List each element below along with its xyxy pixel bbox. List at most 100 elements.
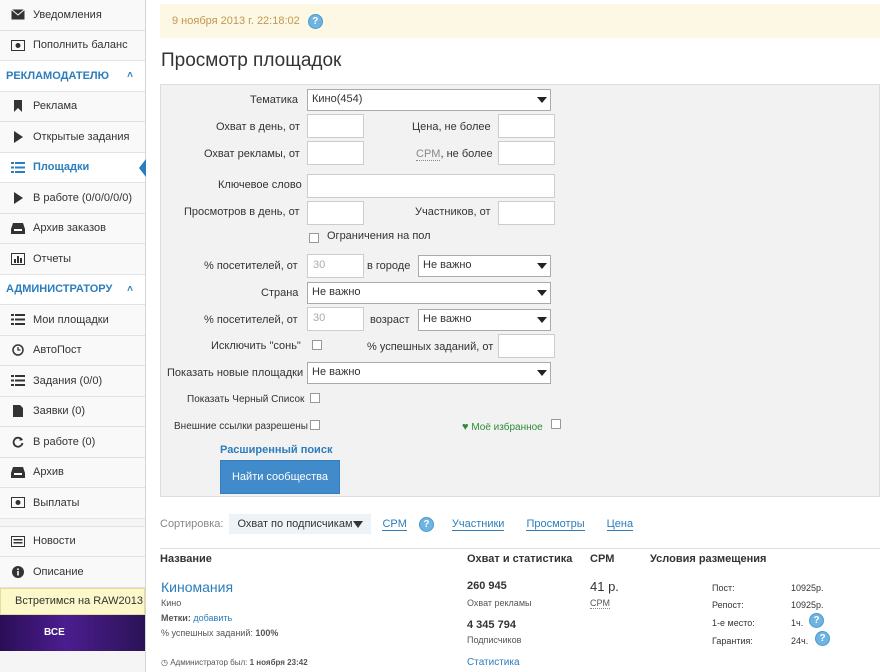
sort-select-value: Охват по подписчикам bbox=[237, 518, 353, 530]
chevron-down-icon bbox=[537, 97, 547, 103]
show-new-select[interactable]: Не важно bbox=[307, 362, 551, 384]
chevron-down-icon bbox=[353, 520, 364, 528]
ad-reach-input[interactable] bbox=[307, 141, 364, 165]
gender-limit-checkbox[interactable] bbox=[309, 233, 319, 243]
sidebar-item-label: Архив bbox=[33, 466, 64, 479]
price-input[interactable] bbox=[498, 114, 555, 138]
play-icon bbox=[10, 191, 26, 205]
favorites-text[interactable]: Моё избранное bbox=[471, 422, 542, 433]
sidebar-item-open-tasks[interactable]: Открытые задания bbox=[0, 122, 145, 153]
visitors-age-input[interactable]: 30 bbox=[307, 307, 364, 331]
cond-post-label: Пост: bbox=[712, 583, 735, 593]
success-tasks-input[interactable] bbox=[498, 334, 555, 358]
sidebar-item-notifications[interactable]: Уведомления bbox=[0, 0, 145, 31]
sidebar-item-label: В работе (0/0/0/0/0) bbox=[33, 191, 133, 204]
refresh-icon bbox=[10, 435, 26, 449]
tags-add-link[interactable]: добавить bbox=[193, 613, 232, 623]
cpm-value: 41 р. bbox=[590, 579, 619, 594]
favorites-checkbox[interactable] bbox=[551, 419, 561, 429]
list-icon bbox=[10, 374, 26, 388]
cpm-abbr[interactable]: CPM bbox=[416, 148, 441, 161]
sidebar-item-payouts[interactable]: Выплаты bbox=[0, 488, 145, 519]
sidebar-item-admin-in-progress[interactable]: В работе (0) bbox=[0, 427, 145, 458]
info-icon bbox=[10, 565, 26, 579]
sidebar-item-description[interactable]: Описание bbox=[0, 557, 145, 588]
sort-link-members[interactable]: Участники bbox=[451, 518, 505, 531]
table-row: Киномания Кино Метки: добавить % успешны… bbox=[160, 572, 880, 672]
sidebar-item-label: Уведомления bbox=[33, 8, 102, 21]
advanced-search-link[interactable]: Расширенный поиск bbox=[220, 444, 332, 456]
subscribers-caption: Подписчиков bbox=[467, 635, 522, 645]
chevron-down-icon bbox=[537, 263, 547, 269]
promo-banner-text: ВСЕ bbox=[44, 627, 65, 638]
age-select-value: Не важно bbox=[423, 313, 472, 325]
topic-select[interactable]: Кино(454) bbox=[307, 89, 551, 111]
country-select-value: Не важно bbox=[312, 286, 361, 298]
find-communities-button[interactable]: Найти сообщества bbox=[220, 460, 340, 494]
sidebar-item-autopost[interactable]: АвтоПост bbox=[0, 335, 145, 366]
visitors-city-label: % посетителей, от bbox=[204, 260, 298, 272]
promo-banner[interactable]: ВСЕ bbox=[0, 614, 145, 651]
keyword-input[interactable] bbox=[307, 174, 555, 198]
sidebar-divider bbox=[0, 518, 145, 527]
external-links-checkbox[interactable] bbox=[310, 420, 320, 430]
members-label: Участников, от bbox=[415, 206, 491, 218]
clock-icon bbox=[10, 343, 26, 357]
sidebar-item-ads[interactable]: Реклама bbox=[0, 91, 145, 122]
help-icon[interactable]: ? bbox=[815, 631, 830, 646]
sidebar-item-tasks[interactable]: Задания (0/0) bbox=[0, 366, 145, 397]
sidebar-item-order-archive[interactable]: Архив заказов bbox=[0, 213, 145, 244]
sidebar-item-label: Описание bbox=[33, 565, 84, 578]
country-select[interactable]: Не важно bbox=[307, 282, 551, 304]
sidebar-item-my-sites[interactable]: Мои площадки bbox=[0, 305, 145, 336]
sidebar-item-topup[interactable]: Пополнить баланс bbox=[0, 30, 145, 61]
help-icon[interactable]: ? bbox=[809, 613, 824, 628]
sort-select[interactable]: Охват по подписчикам bbox=[229, 514, 372, 534]
cpm-input[interactable] bbox=[498, 141, 555, 165]
subscribers-value: 4 345 794 bbox=[467, 619, 516, 631]
visitors-city-input[interactable]: 30 bbox=[307, 254, 364, 278]
external-links-label: Внешние ссылки разрешены bbox=[174, 421, 308, 432]
sidebar-item-in-progress[interactable]: В работе (0/0/0/0/0) bbox=[0, 183, 145, 214]
members-input[interactable] bbox=[498, 201, 555, 225]
show-blacklist-label: Показать Черный Список bbox=[187, 394, 305, 405]
col-conditions: Условия размещения bbox=[650, 553, 767, 565]
sidebar-item-requests[interactable]: Заявки (0) bbox=[0, 396, 145, 427]
bookmark-icon bbox=[10, 99, 26, 113]
promo-raw2013[interactable]: Встретимся на RAW2013 bbox=[0, 587, 145, 615]
price-label: Цена, не более bbox=[412, 121, 491, 133]
reach-day-input[interactable] bbox=[307, 114, 364, 138]
site-name-link[interactable]: Киномания bbox=[161, 579, 233, 595]
file-icon bbox=[10, 404, 26, 418]
section-admin[interactable]: АДМИНИСТРАТОРУ ˄ bbox=[0, 274, 145, 305]
age-select[interactable]: Не важно bbox=[418, 309, 551, 331]
sidebar-item-reports[interactable]: Отчеты bbox=[0, 244, 145, 275]
heart-icon: ♥ bbox=[462, 421, 469, 433]
sort-link-cpm[interactable]: CPM bbox=[382, 518, 407, 531]
chevron-down-icon bbox=[537, 370, 547, 376]
sidebar-item-archive[interactable]: Архив bbox=[0, 457, 145, 488]
cond-first-place-label: 1-е место: bbox=[712, 618, 755, 628]
cond-guarantee-value: 24ч. bbox=[791, 636, 809, 646]
sidebar-item-news[interactable]: Новости bbox=[0, 526, 145, 557]
sidebar-item-sites[interactable]: Площадки bbox=[0, 152, 146, 183]
section-advertiser[interactable]: РЕКЛАМОДАТЕЛЮ ˄ bbox=[0, 61, 145, 92]
table-header: Название Охват и статистика CPM Условия … bbox=[160, 548, 880, 566]
tags-label: Метки: bbox=[161, 613, 191, 623]
stats-link[interactable]: Статистика bbox=[467, 657, 520, 668]
help-icon[interactable]: ? bbox=[418, 516, 434, 532]
help-icon[interactable]: ? bbox=[307, 13, 323, 29]
sidebar-item-label: Задания (0/0) bbox=[33, 374, 103, 387]
cond-post-value: 10925р. bbox=[791, 583, 824, 593]
sort-link-price[interactable]: Цена bbox=[606, 518, 634, 531]
city-select[interactable]: Не важно bbox=[418, 255, 551, 277]
cond-repost-label: Репост: bbox=[712, 600, 744, 610]
views-day-input[interactable] bbox=[307, 201, 364, 225]
sidebar-item-label: Заявки (0) bbox=[33, 405, 86, 418]
ad-reach-caption: Охват рекламы bbox=[467, 598, 532, 608]
show-blacklist-checkbox[interactable] bbox=[310, 393, 320, 403]
envelope-icon bbox=[10, 8, 26, 22]
sort-link-views[interactable]: Просмотры bbox=[526, 518, 585, 531]
exclude-sleep-checkbox[interactable] bbox=[312, 340, 322, 350]
show-new-select-value: Не важно bbox=[312, 366, 361, 378]
